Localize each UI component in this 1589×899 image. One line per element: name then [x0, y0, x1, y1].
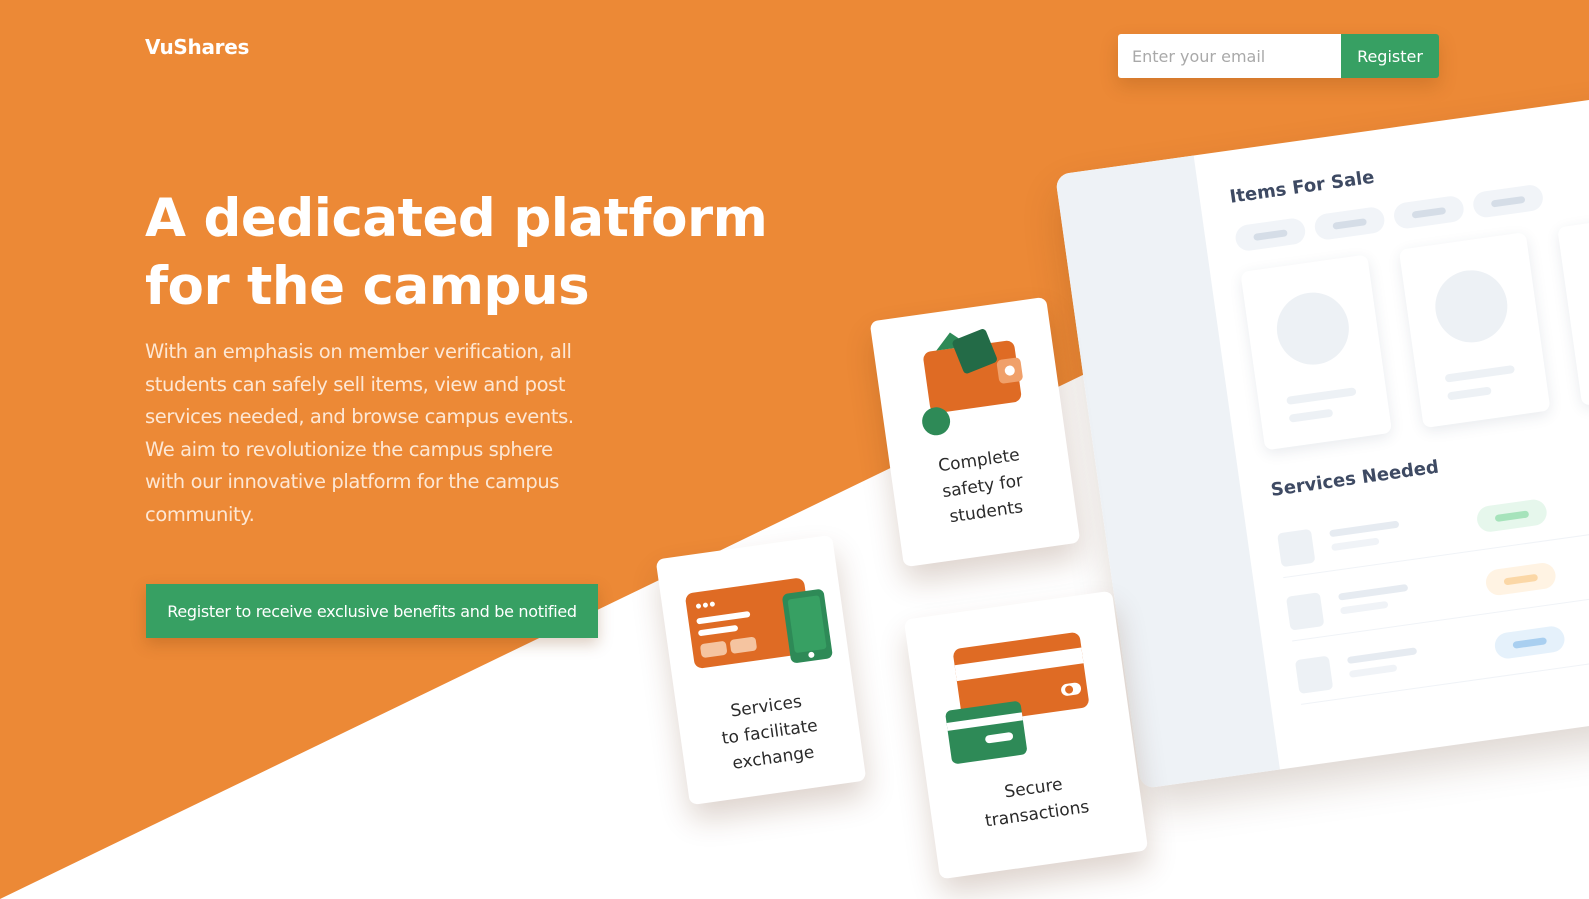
wallet-icon: [922, 329, 1023, 436]
product-card: [1398, 232, 1551, 429]
product-image-placeholder: [1430, 265, 1512, 347]
page-title: A dedicated platform for the campus: [145, 188, 768, 317]
text-placeholder: [1329, 520, 1400, 538]
services-needed-title: Services Needed: [1269, 456, 1441, 501]
text-placeholder: [1286, 387, 1357, 405]
email-signup-form: Register: [1118, 34, 1439, 78]
register-button[interactable]: Register: [1341, 34, 1439, 78]
status-badge: [1493, 624, 1567, 661]
filter-pill: [1313, 205, 1387, 242]
text-placeholder: [1288, 408, 1334, 423]
feature-card-secure: Secure transactions: [903, 590, 1149, 880]
filter-pill: [1392, 194, 1466, 231]
feature-card-services: Services to facilitate exchange: [655, 534, 867, 806]
text-placeholder: [1338, 583, 1409, 601]
service-thumb: [1294, 655, 1334, 695]
product-card: [1240, 254, 1393, 451]
card-phone-icon: [685, 578, 833, 669]
text-placeholder: [1331, 537, 1380, 552]
credit-cards-icon: [945, 632, 1089, 764]
text-placeholder: [1339, 600, 1389, 615]
email-input[interactable]: [1118, 34, 1341, 78]
status-badge: [1484, 561, 1558, 597]
dashboard-preview: Items For Sale Services Needed: [1055, 85, 1589, 789]
logo[interactable]: VuShares: [145, 35, 249, 59]
hero-description: With an emphasis on member verification,…: [145, 340, 574, 526]
filter-pill: [1233, 216, 1307, 253]
service-thumb: [1277, 528, 1316, 568]
text-placeholder: [1447, 386, 1492, 401]
text-placeholder: [1348, 664, 1398, 678]
text-placeholder: [1444, 364, 1516, 383]
items-for-sale-title: Items For Sale: [1228, 166, 1376, 208]
feature-card-safety: Complete safety for students: [869, 296, 1081, 568]
status-badge: [1475, 497, 1549, 534]
cta-register-button[interactable]: Register to receive exclusive benefits a…: [146, 584, 598, 638]
product-image-placeholder: [1272, 287, 1354, 370]
service-thumb: [1285, 592, 1325, 631]
text-placeholder: [1346, 647, 1418, 664]
product-card: [1557, 209, 1589, 406]
filter-pill: [1471, 183, 1545, 219]
